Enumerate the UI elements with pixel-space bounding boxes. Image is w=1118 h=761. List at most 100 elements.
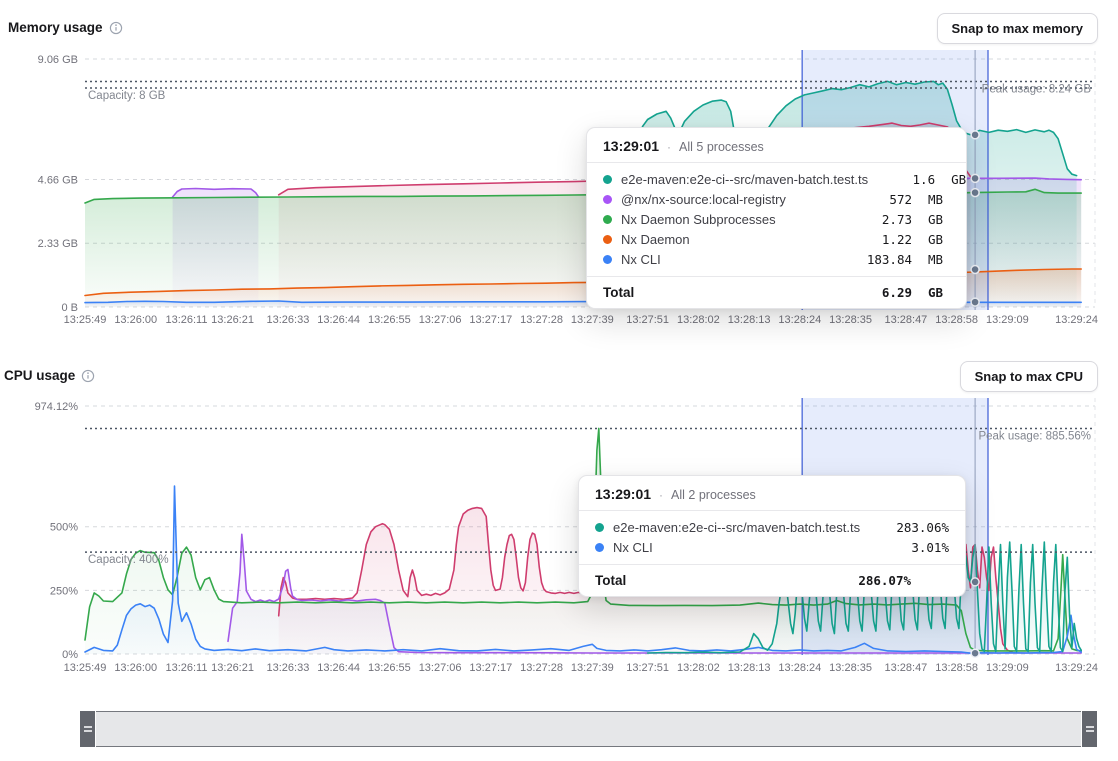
cpu-tooltip-header: 13:29:01 · All 2 processes <box>579 476 965 510</box>
svg-text:13:26:44: 13:26:44 <box>317 662 360 674</box>
tooltip-row-name: e2e-maven:e2e-ci--src/maven-batch.test.t… <box>613 520 882 535</box>
svg-text:13:28:02: 13:28:02 <box>677 314 720 326</box>
tooltip-row-name: Nx Daemon <box>621 232 845 247</box>
tooltip-row-value: 3.01% <box>891 540 949 555</box>
tooltip-row: e2e-maven:e2e-ci--src/maven-batch.test.t… <box>587 169 966 189</box>
svg-text:13:28:13: 13:28:13 <box>728 314 771 326</box>
tooltip-row: Nx CLI 183.84 MB <box>587 249 966 269</box>
svg-text:13:29:09: 13:29:09 <box>986 662 1029 674</box>
svg-text:0%: 0% <box>62 649 78 661</box>
tooltip-row-value: 2.73 <box>854 212 912 227</box>
svg-text:13:27:17: 13:27:17 <box>469 662 512 674</box>
svg-text:13:27:17: 13:27:17 <box>469 314 512 326</box>
svg-text:13:26:21: 13:26:21 <box>211 662 254 674</box>
tooltip-total-unit: GB <box>928 285 950 300</box>
svg-text:13:27:06: 13:27:06 <box>419 314 462 326</box>
tooltip-time: 13:29:01 <box>603 138 659 154</box>
memory-usage-title: Memory usage <box>8 20 123 35</box>
tooltip-row: e2e-maven:e2e-ci--src/maven-batch.test.t… <box>579 517 965 537</box>
svg-text:13:26:44: 13:26:44 <box>317 314 360 326</box>
svg-text:500%: 500% <box>50 522 78 534</box>
brush-handle-right[interactable] <box>1081 711 1097 747</box>
svg-text:13:27:28: 13:27:28 <box>520 662 563 674</box>
svg-text:13:26:55: 13:26:55 <box>368 662 411 674</box>
svg-text:9.06 GB: 9.06 GB <box>38 54 78 66</box>
svg-text:13:25:49: 13:25:49 <box>64 662 107 674</box>
snap-to-max-memory-button[interactable]: Snap to max memory <box>937 13 1099 44</box>
svg-text:0 B: 0 B <box>61 302 78 314</box>
svg-text:13:26:00: 13:26:00 <box>114 662 157 674</box>
svg-text:13:26:55: 13:26:55 <box>368 314 411 326</box>
svg-text:13:26:00: 13:26:00 <box>114 314 157 326</box>
svg-text:13:28:58: 13:28:58 <box>935 314 978 326</box>
brush-handle-left[interactable] <box>80 711 96 747</box>
svg-text:13:26:11: 13:26:11 <box>165 314 207 326</box>
tooltip-row: Nx Daemon Subprocesses 2.73 GB <box>587 209 966 229</box>
tooltip-row-value: 1.22 <box>854 232 912 247</box>
svg-text:4.66 GB: 4.66 GB <box>38 174 78 186</box>
tooltip-row: Nx Daemon 1.22 GB <box>587 229 966 249</box>
tooltip-row-name: Nx CLI <box>613 540 882 555</box>
svg-text:13:28:24: 13:28:24 <box>778 314 821 326</box>
svg-text:13:28:24: 13:28:24 <box>778 662 821 674</box>
tooltip-row-unit: GB <box>928 212 950 227</box>
svg-text:13:27:39: 13:27:39 <box>571 662 614 674</box>
svg-text:250%: 250% <box>50 585 78 597</box>
svg-text:13:27:51: 13:27:51 <box>626 662 669 674</box>
svg-text:13:29:09: 13:29:09 <box>986 314 1029 326</box>
tooltip-time: 13:29:01 <box>595 486 651 502</box>
svg-text:Peak usage: 885.56%: Peak usage: 885.56% <box>978 431 1091 443</box>
svg-text:13:26:11: 13:26:11 <box>165 662 207 674</box>
svg-text:13:28:35: 13:28:35 <box>829 662 872 674</box>
series-dot-icon <box>603 255 612 264</box>
tooltip-separator: · <box>659 488 663 502</box>
tooltip-total-value: 286.07% <box>853 573 911 588</box>
tooltip-row-unit: MB <box>928 252 950 267</box>
timeline-brush-track[interactable] <box>80 711 1097 747</box>
svg-text:13:28:47: 13:28:47 <box>884 662 927 674</box>
svg-text:13:26:33: 13:26:33 <box>267 314 310 326</box>
series-dot-icon <box>603 235 612 244</box>
tooltip-total-label: Total <box>603 285 845 300</box>
tooltip-row-name: Nx Daemon Subprocesses <box>621 212 845 227</box>
svg-text:13:27:39: 13:27:39 <box>571 314 614 326</box>
tooltip-row-value: 283.06% <box>891 520 949 535</box>
cpu-usage-title: CPU usage <box>4 368 95 383</box>
svg-text:13:27:51: 13:27:51 <box>626 314 669 326</box>
tooltip-row-value: 572 <box>854 192 912 207</box>
tooltip-row-name: @nx/nx-source:local-registry <box>621 192 845 207</box>
cpu-usage-title-text: CPU usage <box>4 368 75 383</box>
svg-text:13:28:02: 13:28:02 <box>677 662 720 674</box>
series-dot-icon <box>595 543 604 552</box>
svg-text:13:27:06: 13:27:06 <box>419 662 462 674</box>
tooltip-row-unit: GB <box>928 232 950 247</box>
tooltip-total-row: Total 6.29 GB <box>587 276 966 308</box>
series-dot-icon <box>603 215 612 224</box>
tooltip-total-row: Total 286.07% <box>579 564 965 596</box>
svg-text:13:26:33: 13:26:33 <box>267 662 310 674</box>
tooltip-row-name: e2e-maven:e2e-ci--src/maven-batch.test.t… <box>621 172 868 187</box>
info-icon[interactable] <box>81 369 95 383</box>
svg-text:Capacity: 400%: Capacity: 400% <box>88 554 169 566</box>
memory-tooltip: 13:29:01 · All 5 processes e2e-maven:e2e… <box>586 127 967 309</box>
svg-text:13:28:13: 13:28:13 <box>728 662 771 674</box>
tooltip-row-unit: MB <box>928 192 950 207</box>
tooltip-separator: · <box>667 140 671 154</box>
info-icon[interactable] <box>109 21 123 35</box>
tooltip-row: Nx CLI 3.01% <box>579 537 965 557</box>
svg-text:Peak usage: 8.24 GB: Peak usage: 8.24 GB <box>982 83 1092 95</box>
tooltip-subtitle: All 2 processes <box>671 488 756 502</box>
svg-text:13:26:21: 13:26:21 <box>211 314 254 326</box>
tooltip-subtitle: All 5 processes <box>679 140 764 154</box>
tooltip-rows: e2e-maven:e2e-ci--src/maven-batch.test.t… <box>579 510 965 564</box>
svg-text:2.33 GB: 2.33 GB <box>38 238 78 250</box>
cpu-tooltip: 13:29:01 · All 2 processes e2e-maven:e2e… <box>578 475 966 597</box>
nx-task-profile-page: { "memory": { "title": "Memory usage", "… <box>0 0 1118 761</box>
snap-to-max-cpu-button[interactable]: Snap to max CPU <box>960 361 1098 392</box>
tooltip-row-name: Nx CLI <box>621 252 845 267</box>
tooltip-row-value: 183.84 <box>854 252 912 267</box>
tooltip-row-unit: GB <box>951 172 966 187</box>
series-dot-icon <box>595 523 604 532</box>
svg-text:13:28:47: 13:28:47 <box>884 314 927 326</box>
series-dot-icon <box>603 195 612 204</box>
